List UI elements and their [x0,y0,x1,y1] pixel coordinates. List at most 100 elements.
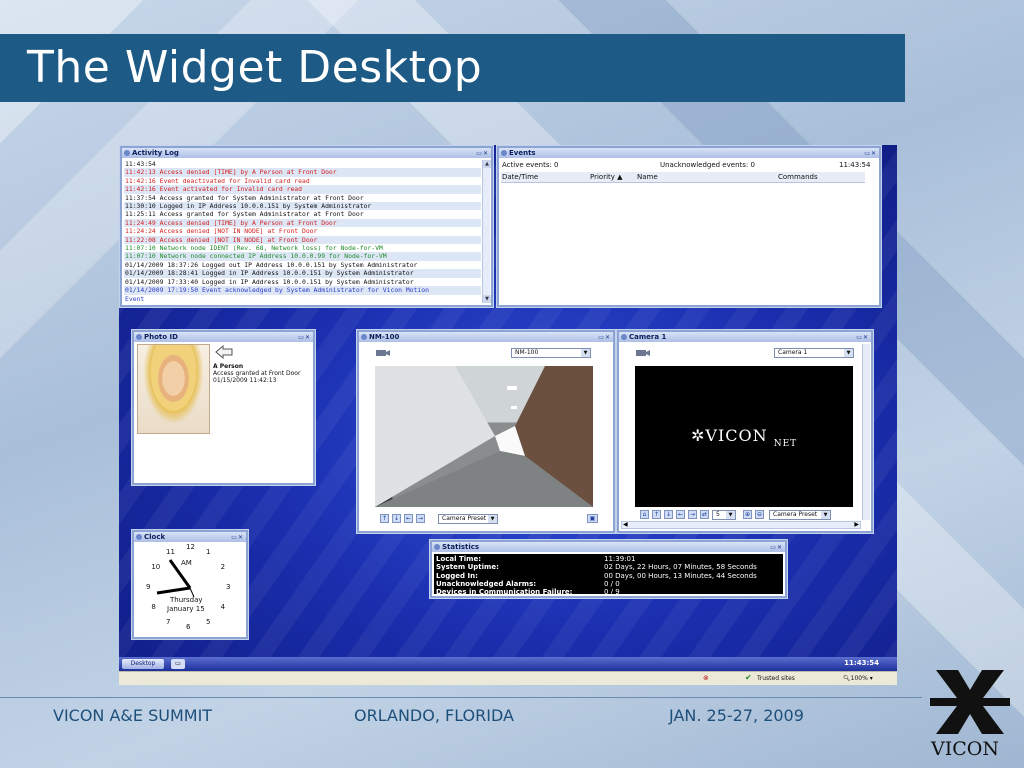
scroll-up-icon[interactable]: ▲ [483,160,491,168]
access-detail: Access granted at Front Door [213,370,301,377]
log-entry: 11:42:16 Event activated for Invalid car… [124,185,481,194]
tilt-down-button[interactable]: ↓ [392,514,401,523]
monitor-icon[interactable]: ▭ [171,659,185,669]
activity-log-title: Activity Log [132,149,179,157]
activity-log-titlebar[interactable]: Activity Log ▭✕ [122,148,491,158]
nm100-preset-select[interactable]: Camera Preset ▼ [438,514,498,524]
back-arrow-icon[interactable] [215,345,233,359]
column-header-name[interactable]: Name [637,173,658,181]
camera1-vertical-scrollbar[interactable] [862,344,870,520]
desktop-tab-button[interactable]: Desktop [122,659,164,669]
statistics-table: Local Time: 11:39:01 System Uptime: 02 Days… [434,554,783,596]
log-entry: 01/14/2009 17:19:50 Event acknowledged b… [124,286,481,295]
footer-event: VICON A&E SUMMIT [53,706,213,725]
pan-right-button[interactable]: → [416,514,425,523]
clock-numeral: 6 [186,623,191,631]
stat-label: Logged In: [436,571,478,580]
statistics-titlebar[interactable]: Statistics ▭✕ [432,542,785,552]
photo-id-titlebar[interactable]: Photo ID ▭✕ [134,332,313,342]
clock-ampm: AM [181,559,192,567]
clock-titlebar[interactable]: Clock ▭✕ [134,532,246,542]
log-entry: 11:42:13 Access denied [TIME] by A Perso… [124,168,481,177]
camera-icon [376,350,390,356]
log-entry: 11:43:54 [125,160,156,168]
browser-statusbar: ⊗ ✔ Trusted sites 🔍︎100% ▾ [119,671,897,685]
nm100-title: NM-100 [369,333,400,341]
activity-log-list[interactable]: 11:43:54 11:42:13 Access denied [TIME] by… [124,160,481,303]
clock-numeral: 5 [206,617,211,626]
stat-value: 00 Days, 00 Hours, 13 Minutes, 44 Second… [604,571,757,580]
window-controls-icon[interactable]: ▭✕ [864,149,877,159]
stat-label: System Uptime: [436,563,499,572]
widget-menu-icon[interactable] [621,334,627,340]
stat-value: 11:39:01 [604,555,636,563]
pan-right-button[interactable]: → [688,510,697,519]
widget-menu-icon[interactable] [434,544,440,550]
log-entry: 11:07:10 Network node IDENT (Rev. 68, Ne… [125,244,383,253]
column-header-commands[interactable]: Commands [778,173,818,181]
widget-menu-icon[interactable] [124,150,130,156]
column-header-priority[interactable]: Priority ▲ [590,173,623,181]
stat-label: Unacknowledged Alarms: [436,579,537,588]
unacknowledged-events-count: Unacknowledged events: 0 [660,161,755,169]
tilt-up-button[interactable]: ↑ [652,510,661,519]
scroll-right-icon[interactable]: ▶ [854,521,859,528]
camera1-title: Camera 1 [629,333,667,341]
nm100-source-select[interactable]: NM-100 ▼ [511,348,591,358]
widget-menu-icon[interactable] [361,334,367,340]
events-titlebar[interactable]: Events ▭✕ [499,148,879,158]
log-entry: 11:22:08 Access denied [NOT IN NODE] at … [124,235,481,245]
trusted-sites-label: Trusted sites [757,675,795,682]
tilt-down-button[interactable]: ↓ [664,510,673,519]
zoom-in-icon[interactable]: ⊕ [743,510,752,519]
clock-date: January 15 [167,605,205,613]
camera1-horizontal-scrollbar[interactable]: ◀ ▶ [621,521,861,529]
camera1-video-feed[interactable]: ✲VICON NET [635,366,853,507]
widget-menu-icon[interactable] [136,334,142,340]
window-controls-icon[interactable]: ▭✕ [598,333,611,343]
home-icon[interactable]: ⌂ [640,510,649,519]
nm100-titlebar[interactable]: NM-100 ▭✕ [359,332,613,342]
window-controls-icon[interactable]: ▭✕ [770,543,783,553]
nm100-camera-widget: NM-100 ▭✕ NM-100 ▼ ↑ ↓ ← → Camera Preset ▼… [357,330,615,533]
tilt-up-button[interactable]: ↑ [380,514,389,523]
window-controls-icon[interactable]: ▭✕ [476,149,489,159]
viconnet-logo: ✲VICON NET [691,426,798,449]
window-controls-icon[interactable]: ▭✕ [856,333,869,343]
clock-face: 12 1 2 3 4 5 6 7 8 9 10 11 [134,542,246,637]
log-entry: 01/14/2009 18:37:26 Logged out IP Addres… [125,260,418,269]
swap-icon[interactable]: ⇄ [700,510,709,519]
camera1-titlebar[interactable]: Camera 1 ▭✕ [619,332,871,342]
pan-left-button[interactable]: ← [676,510,685,519]
activity-log-widget: Activity Log ▭✕ 11:43:54 11:42:13 Access … [120,146,493,307]
activity-log-scrollbar[interactable]: ▲ ▼ [482,160,491,303]
slide-title: The Widget Desktop [27,42,483,93]
log-entry: 11:07:10 Network node connected IP Addre… [124,252,481,261]
magnifier-icon: 🔍︎ [843,675,851,682]
column-header-datetime[interactable]: Date/Time [502,173,538,181]
snapshot-icon[interactable]: ▣ [587,514,598,523]
camera1-source-select[interactable]: Camera 1 ▼ [774,348,854,358]
widget-menu-icon[interactable] [136,534,142,540]
zoom-out-icon[interactable]: ⊖ [755,510,764,519]
photo-id-widget: Photo ID ▭✕ A Person Access granted at F… [132,330,315,485]
viconnet-star-icon: ✲ [691,426,706,445]
zoom-level[interactable]: 🔍︎100% ▾ [843,675,873,682]
photo-id-title: Photo ID [144,333,178,341]
widget-menu-icon[interactable] [501,150,507,156]
clock-numeral: 1 [206,548,211,557]
scroll-left-icon[interactable]: ◀ [623,521,628,528]
speed-select[interactable]: 5 ▼ [712,510,736,520]
nm100-video-feed[interactable] [375,366,593,507]
scroll-down-icon[interactable]: ▼ [483,295,491,303]
window-controls-icon[interactable]: ▭✕ [298,333,311,343]
stat-value: 02 Days, 22 Hours, 07 Minutes, 58 Second… [604,563,757,572]
pan-left-button[interactable]: ← [404,514,413,523]
log-entry: 01/14/2009 17:33:40 Logged in IP Address… [125,277,414,286]
clock-day: Thursday [170,596,203,604]
stat-value: 0 / 0 [604,579,620,588]
active-events-count: Active events: 0 [502,161,559,169]
vicon-logo-text: VICON [931,738,999,760]
camera1-preset-select[interactable]: Camera Preset ▼ [769,510,831,520]
events-title: Events [509,149,536,157]
